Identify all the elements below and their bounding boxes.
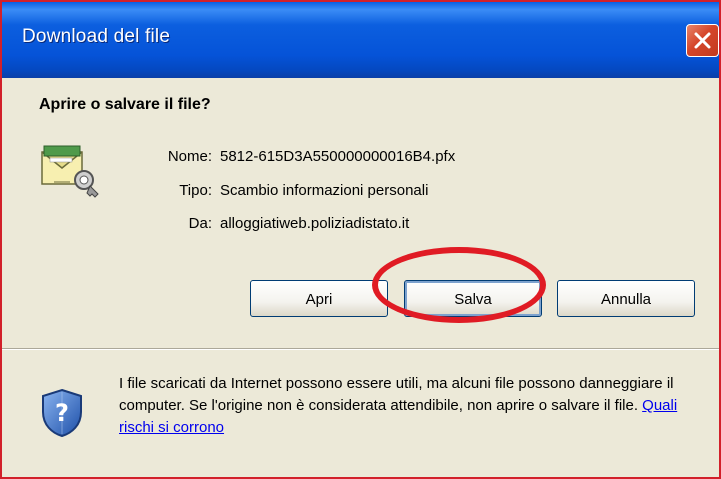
cancel-button[interactable]: Annulla [557, 280, 695, 317]
title-bar[interactable]: Download del file [2, 2, 719, 78]
name-label: Nome: [167, 148, 212, 165]
dialog-question: Aprire o salvare il file? [39, 96, 211, 113]
file-name-value: 5812-615D3A550000000016B4.pfx [220, 148, 456, 165]
security-shield-icon: ? [42, 388, 82, 438]
file-source-value: alloggiatiweb.poliziadistato.it [220, 215, 410, 232]
separator-highlight [2, 349, 719, 350]
warning-text: I file scaricati da Internet possono ess… [119, 375, 674, 414]
security-warning: I file scaricati da Internet possono ess… [119, 373, 709, 439]
file-type-value: Scambio informazioni personali [220, 182, 429, 199]
svg-text:?: ? [55, 399, 69, 427]
open-button[interactable]: Apri [250, 280, 388, 317]
type-label: Tipo: [179, 182, 212, 199]
dialog-body: Aprire o salvare il file? Nome: 5812-615… [2, 78, 719, 477]
close-icon [694, 32, 711, 49]
save-button[interactable]: Salva [404, 280, 542, 317]
download-dialog: Download del file Aprire o salvare il fi… [2, 2, 719, 477]
source-label: Da: [188, 215, 212, 232]
close-button[interactable] [686, 24, 719, 57]
certificate-file-icon [41, 145, 99, 198]
window-title: Download del file [22, 26, 171, 47]
